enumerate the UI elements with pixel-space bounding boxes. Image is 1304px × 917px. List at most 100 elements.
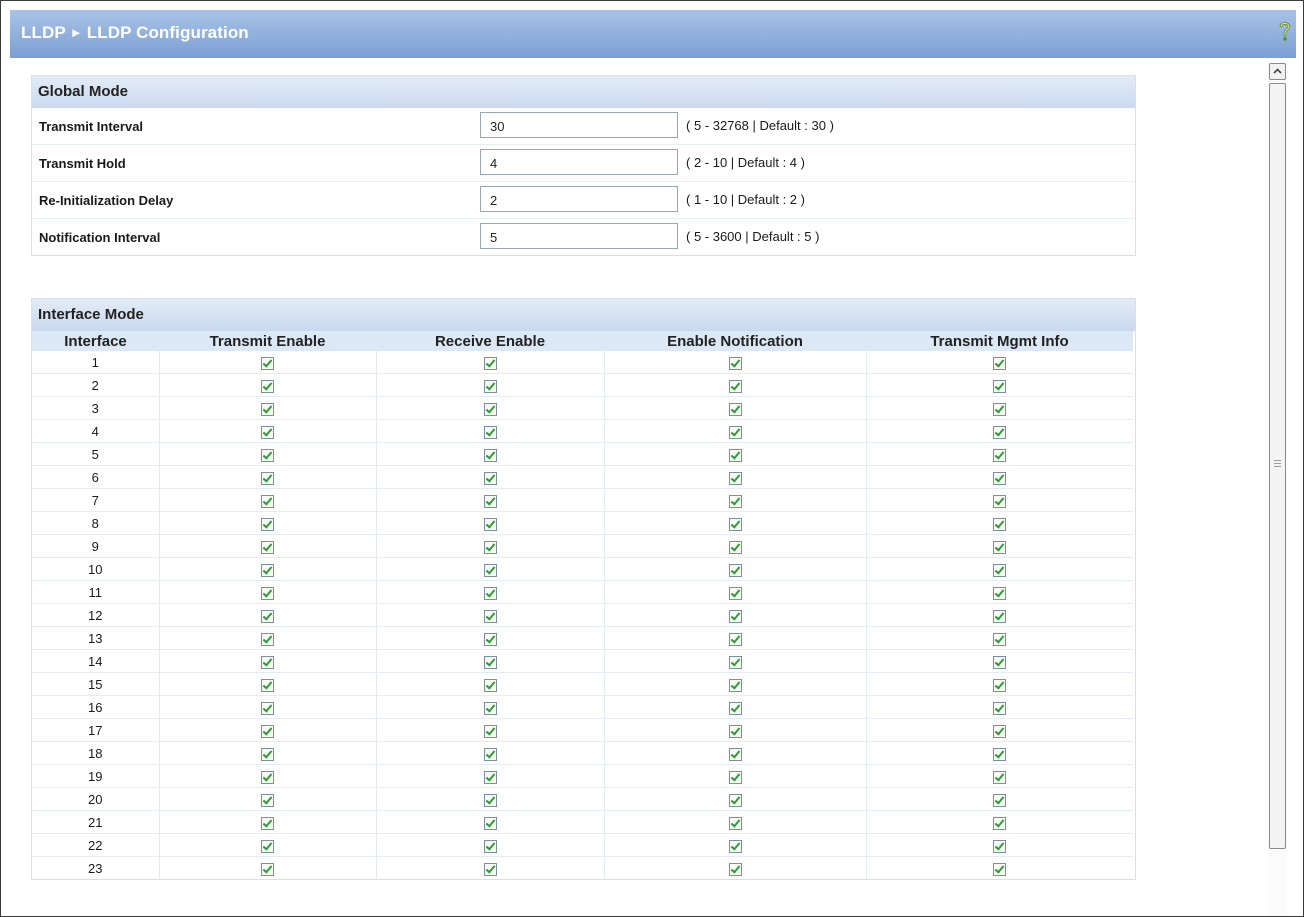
enable-notification-checkbox[interactable]	[728, 471, 742, 485]
transmit-mgmt-info-checkbox[interactable]	[993, 770, 1007, 784]
transmit-enable-checkbox[interactable]	[261, 701, 274, 715]
enable-notification-checkbox[interactable]	[728, 655, 742, 669]
receive-enable-checkbox[interactable]	[483, 494, 497, 508]
scroll-thumb[interactable]	[1269, 83, 1286, 849]
receive-enable-checkbox[interactable]	[483, 724, 497, 738]
receive-enable-checkbox[interactable]	[483, 701, 497, 715]
transmit-mgmt-info-checkbox[interactable]	[993, 494, 1007, 508]
transmit-enable-checkbox[interactable]	[261, 724, 274, 738]
transmit-mgmt-info-checkbox[interactable]	[993, 425, 1007, 439]
receive-enable-checkbox[interactable]	[483, 747, 497, 761]
help-question-icon[interactable]	[1278, 20, 1292, 42]
enable-notification-checkbox[interactable]	[728, 517, 742, 531]
transmit-mgmt-info-checkbox[interactable]	[993, 839, 1007, 853]
transmit-mgmt-info-checkbox[interactable]	[993, 701, 1007, 715]
enable-notification-checkbox[interactable]	[728, 563, 742, 577]
receive-enable-checkbox[interactable]	[483, 425, 497, 439]
transmit-mgmt-info-checkbox[interactable]	[993, 747, 1007, 761]
transmit-mgmt-info-checkbox[interactable]	[993, 586, 1007, 600]
transmit-enable-checkbox[interactable]	[261, 655, 274, 669]
transmit-enable-checkbox[interactable]	[261, 448, 274, 462]
receive-enable-checkbox[interactable]	[483, 609, 497, 623]
transmit-enable-checkbox[interactable]	[261, 586, 274, 600]
receive-enable-checkbox[interactable]	[483, 632, 497, 646]
setting-input[interactable]	[480, 223, 678, 249]
enable-notification-checkbox[interactable]	[728, 609, 742, 623]
receive-enable-checkbox[interactable]	[483, 839, 497, 853]
transmit-mgmt-info-checkbox[interactable]	[993, 448, 1007, 462]
setting-input[interactable]	[480, 112, 678, 138]
transmit-enable-checkbox[interactable]	[261, 563, 274, 577]
vertical-scrollbar[interactable]	[1268, 60, 1287, 916]
enable-notification-checkbox[interactable]	[728, 402, 742, 416]
transmit-enable-checkbox[interactable]	[261, 793, 274, 807]
receive-enable-checkbox[interactable]	[483, 471, 497, 485]
transmit-enable-checkbox[interactable]	[261, 517, 274, 531]
transmit-enable-checkbox[interactable]	[261, 425, 274, 439]
transmit-enable-checkbox[interactable]	[261, 678, 274, 692]
transmit-mgmt-info-checkbox[interactable]	[993, 379, 1007, 393]
transmit-mgmt-info-checkbox[interactable]	[993, 816, 1007, 830]
transmit-enable-checkbox[interactable]	[261, 379, 274, 393]
transmit-mgmt-info-checkbox[interactable]	[993, 862, 1007, 876]
enable-notification-checkbox[interactable]	[728, 839, 742, 853]
receive-enable-checkbox[interactable]	[483, 586, 497, 600]
transmit-mgmt-info-checkbox[interactable]	[993, 517, 1007, 531]
receive-enable-checkbox[interactable]	[483, 678, 497, 692]
receive-enable-checkbox[interactable]	[483, 356, 497, 370]
transmit-mgmt-info-checkbox[interactable]	[993, 678, 1007, 692]
transmit-mgmt-info-checkbox[interactable]	[993, 356, 1007, 370]
transmit-enable-checkbox[interactable]	[261, 816, 274, 830]
receive-enable-checkbox[interactable]	[483, 816, 497, 830]
enable-notification-checkbox[interactable]	[728, 356, 742, 370]
enable-notification-checkbox[interactable]	[728, 862, 742, 876]
transmit-enable-checkbox[interactable]	[261, 471, 274, 485]
enable-notification-checkbox[interactable]	[728, 724, 742, 738]
enable-notification-checkbox[interactable]	[728, 425, 742, 439]
receive-enable-checkbox[interactable]	[483, 770, 497, 784]
enable-notification-checkbox[interactable]	[728, 701, 742, 715]
receive-enable-checkbox[interactable]	[483, 517, 497, 531]
receive-enable-checkbox[interactable]	[483, 862, 497, 876]
transmit-mgmt-info-checkbox[interactable]	[993, 609, 1007, 623]
receive-enable-checkbox[interactable]	[483, 540, 497, 554]
transmit-enable-checkbox[interactable]	[261, 747, 274, 761]
setting-input[interactable]	[480, 186, 678, 212]
transmit-mgmt-info-checkbox[interactable]	[993, 540, 1007, 554]
receive-enable-checkbox[interactable]	[483, 655, 497, 669]
transmit-mgmt-info-checkbox[interactable]	[993, 724, 1007, 738]
enable-notification-checkbox[interactable]	[728, 770, 742, 784]
transmit-enable-checkbox[interactable]	[261, 540, 274, 554]
transmit-enable-checkbox[interactable]	[261, 494, 274, 508]
transmit-enable-checkbox[interactable]	[261, 402, 274, 416]
enable-notification-checkbox[interactable]	[728, 816, 742, 830]
transmit-enable-checkbox[interactable]	[261, 770, 274, 784]
receive-enable-checkbox[interactable]	[483, 379, 497, 393]
receive-enable-checkbox[interactable]	[483, 402, 497, 416]
enable-notification-checkbox[interactable]	[728, 379, 742, 393]
transmit-enable-checkbox[interactable]	[261, 862, 274, 876]
receive-enable-checkbox[interactable]	[483, 563, 497, 577]
transmit-mgmt-info-checkbox[interactable]	[993, 471, 1007, 485]
transmit-enable-checkbox[interactable]	[261, 632, 274, 646]
enable-notification-checkbox[interactable]	[728, 494, 742, 508]
transmit-mgmt-info-checkbox[interactable]	[993, 402, 1007, 416]
enable-notification-checkbox[interactable]	[728, 632, 742, 646]
enable-notification-checkbox[interactable]	[728, 793, 742, 807]
enable-notification-checkbox[interactable]	[728, 678, 742, 692]
transmit-mgmt-info-checkbox[interactable]	[993, 655, 1007, 669]
scroll-up-button[interactable]	[1269, 63, 1286, 80]
transmit-mgmt-info-checkbox[interactable]	[993, 632, 1007, 646]
transmit-enable-checkbox[interactable]	[261, 609, 274, 623]
setting-input[interactable]	[480, 149, 678, 175]
transmit-mgmt-info-checkbox[interactable]	[993, 563, 1007, 577]
enable-notification-checkbox[interactable]	[728, 747, 742, 761]
transmit-enable-checkbox[interactable]	[261, 839, 274, 853]
receive-enable-checkbox[interactable]	[483, 448, 497, 462]
receive-enable-checkbox[interactable]	[483, 793, 497, 807]
enable-notification-checkbox[interactable]	[728, 540, 742, 554]
transmit-enable-checkbox[interactable]	[261, 356, 274, 370]
transmit-mgmt-info-checkbox[interactable]	[993, 793, 1007, 807]
enable-notification-checkbox[interactable]	[728, 448, 742, 462]
enable-notification-checkbox[interactable]	[728, 586, 742, 600]
